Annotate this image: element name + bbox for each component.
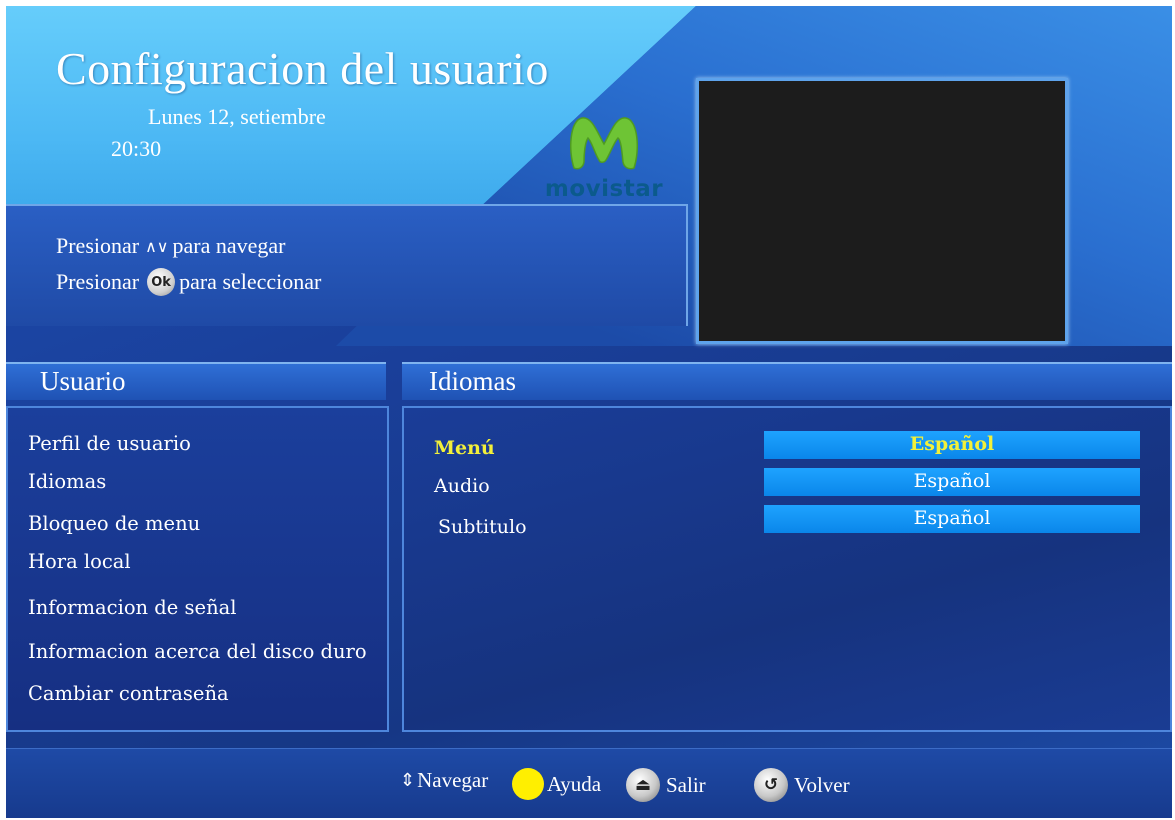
clock-label: 20:30 (111, 136, 162, 161)
exit-hint-label: Salir (666, 772, 706, 797)
ok-button-icon: Ok (147, 268, 176, 296)
navigate-hint: ⇕ Navegar (400, 768, 488, 793)
navigate-hint-label: Navegar (417, 768, 489, 792)
instruction-suffix: para seleccionar (179, 269, 322, 294)
back-icon: ↺ (754, 768, 788, 802)
menu-language-label: Menú (434, 437, 495, 459)
exit-hint[interactable]: ⏏ Salir (626, 768, 706, 802)
sidebar-item-cambiar-contrasena[interactable]: Cambiar contraseña (28, 682, 229, 705)
sidebar-item-bloqueo-de-menu[interactable]: Bloqueo de menu (28, 512, 200, 535)
exit-icon: ⏏ (626, 768, 660, 802)
menu-language-value[interactable]: Español (764, 431, 1140, 459)
back-hint-label: Volver (794, 772, 850, 797)
tv-settings-screen: Configuracion del usuario Lunes 12, seti… (6, 6, 1172, 818)
logo-text: movistar (544, 176, 664, 202)
content-header: Idiomas (402, 362, 1172, 400)
date-label: Lunes 12, setiembre (148, 104, 326, 129)
sidebar-item-hora-local[interactable]: Hora local (28, 550, 131, 573)
sidebar-item-informacion-de-senal[interactable]: Informacion de señal (28, 596, 237, 619)
select-instruction: Presionar Ok para seleccionar (56, 268, 321, 296)
video-preview (696, 78, 1068, 344)
movistar-m-icon (569, 117, 639, 170)
sidebar-item-perfil-de-usuario[interactable]: Perfil de usuario (28, 432, 191, 455)
page-title: Configuracion del usuario (56, 43, 549, 94)
up-down-arrows-icon: ∧∨ (145, 236, 169, 256)
subtitle-language-value[interactable]: Español (764, 505, 1140, 533)
up-down-arrows-icon: ⇕ (400, 770, 416, 791)
footer-hint-bar: ⇕ Navegar Ayuda ⏏ Salir ↺ Volver (6, 748, 1172, 818)
help-hint-label: Ayuda (547, 771, 602, 796)
sidebar-title: Usuario (40, 366, 126, 396)
instruction-prefix: Presionar (56, 269, 140, 294)
instruction-suffix: para navegar (172, 233, 286, 258)
sidebar-item-idiomas[interactable]: Idiomas (28, 470, 106, 493)
instruction-prefix: Presionar (56, 233, 140, 258)
navigate-instruction: Presionar ∧∨ para navegar (56, 233, 286, 259)
sidebar-menu: Perfil de usuario Idiomas Bloqueo de men… (6, 406, 389, 732)
yellow-button-icon (512, 768, 544, 800)
sidebar-item-informacion-disco-duro[interactable]: Informacion acerca del disco duro (28, 640, 367, 663)
back-hint[interactable]: ↺ Volver (754, 768, 850, 802)
sidebar-header: Usuario (6, 362, 386, 400)
audio-language-value[interactable]: Español (764, 468, 1140, 496)
languages-panel: Menú Español Audio Español Subtitulo Esp… (402, 406, 1172, 732)
subtitle-language-label: Subtitulo (438, 516, 527, 538)
movistar-logo: movistar (544, 110, 664, 210)
help-hint[interactable]: Ayuda (512, 768, 601, 800)
content-title: Idiomas (429, 366, 516, 396)
audio-language-label: Audio (434, 475, 490, 497)
instructions-panel: Presionar ∧∨ para navegar Presionar Ok p… (6, 204, 688, 326)
